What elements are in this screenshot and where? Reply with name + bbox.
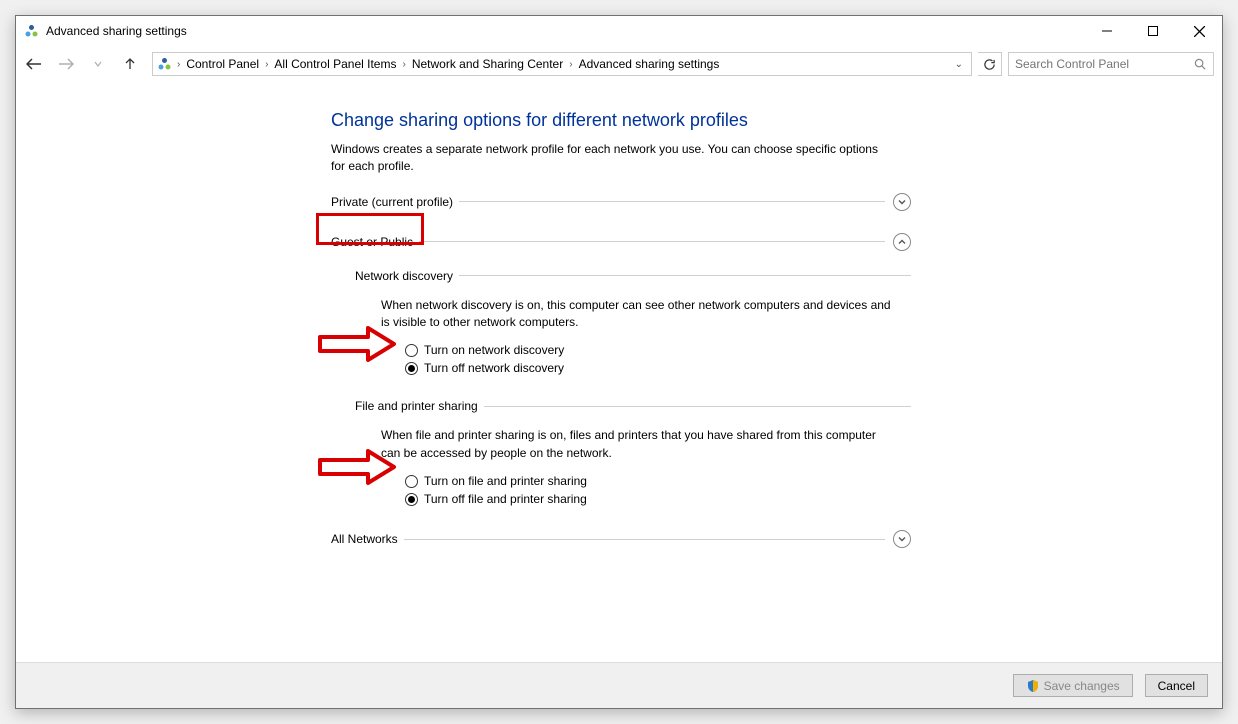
divider (459, 201, 885, 202)
section-private[interactable]: Private (current profile) (331, 193, 911, 211)
window: Advanced sharing settings › Control Pane… (15, 15, 1223, 709)
radio-icon (405, 362, 418, 375)
cancel-button[interactable]: Cancel (1145, 674, 1208, 697)
annotation-highlight-box (316, 213, 424, 245)
section-all-networks[interactable]: All Networks (331, 530, 911, 548)
breadcrumb[interactable]: Control Panel (182, 57, 263, 71)
cpl-network-icon (157, 56, 173, 72)
bottom-bar: Save changes Cancel (16, 662, 1222, 708)
refresh-button[interactable] (978, 52, 1002, 76)
chevron-down-icon[interactable] (893, 530, 911, 548)
radio-icon (405, 475, 418, 488)
button-label: Save changes (1044, 679, 1120, 693)
recent-dropdown[interactable] (88, 54, 108, 74)
page-description: Windows creates a separate network profi… (331, 141, 891, 175)
chevron-down-icon[interactable] (893, 193, 911, 211)
up-button[interactable] (120, 54, 140, 74)
cpl-network-icon (24, 23, 40, 39)
titlebar: Advanced sharing settings (16, 16, 1222, 46)
chevron-right-icon[interactable]: › (263, 59, 270, 70)
chevron-right-icon[interactable]: › (567, 59, 574, 70)
radio-turn-off-network-discovery[interactable]: Turn off network discovery (405, 359, 911, 377)
forward-button[interactable] (56, 54, 76, 74)
address-bar[interactable]: › Control Panel › All Control Panel Item… (152, 52, 972, 76)
subsection-description: When file and printer sharing is on, fil… (381, 427, 891, 462)
radio-label: Turn on network discovery (424, 341, 564, 359)
address-dropdown[interactable]: ⌄ (951, 59, 967, 70)
content-area: Change sharing options for different net… (16, 82, 1222, 662)
radio-turn-off-file-printer-sharing[interactable]: Turn off file and printer sharing (405, 490, 911, 508)
radio-icon (405, 493, 418, 506)
radio-label: Turn off file and printer sharing (424, 490, 587, 508)
subsection-network-discovery: Network discovery (355, 269, 911, 283)
page-title: Change sharing options for different net… (331, 110, 931, 131)
search-input[interactable] (1015, 57, 1194, 71)
radio-turn-on-network-discovery[interactable]: Turn on network discovery (405, 341, 911, 359)
window-controls (1084, 16, 1222, 46)
save-changes-button[interactable]: Save changes (1013, 674, 1133, 697)
breadcrumb[interactable]: Advanced sharing settings (575, 57, 724, 71)
divider (419, 241, 885, 242)
annotation-arrow-icon (316, 325, 398, 363)
radio-turn-on-file-printer-sharing[interactable]: Turn on file and printer sharing (405, 472, 911, 490)
chevron-right-icon[interactable]: › (175, 59, 182, 70)
minimize-button[interactable] (1084, 16, 1130, 46)
breadcrumb[interactable]: Network and Sharing Center (408, 57, 567, 71)
shield-icon (1026, 679, 1040, 693)
search-box[interactable] (1008, 52, 1214, 76)
divider (484, 406, 911, 407)
radio-icon (405, 344, 418, 357)
back-button[interactable] (24, 54, 44, 74)
chevron-right-icon[interactable]: › (400, 59, 407, 70)
subsection-heading: Network discovery (355, 269, 459, 283)
chevron-up-icon[interactable] (893, 233, 911, 251)
divider (404, 539, 885, 540)
breadcrumb[interactable]: All Control Panel Items (270, 57, 400, 71)
annotation-arrow-icon (316, 448, 398, 486)
maximize-button[interactable] (1130, 16, 1176, 46)
window-title: Advanced sharing settings (46, 24, 187, 38)
section-label: All Networks (331, 532, 404, 546)
search-icon (1194, 58, 1207, 71)
radio-label: Turn off network discovery (424, 359, 564, 377)
radio-label: Turn on file and printer sharing (424, 472, 587, 490)
navigation-bar: › Control Panel › All Control Panel Item… (16, 46, 1222, 82)
button-label: Cancel (1158, 679, 1195, 693)
subsection-description: When network discovery is on, this compu… (381, 297, 891, 332)
section-label: Private (current profile) (331, 195, 459, 209)
subsection-file-printer-sharing: File and printer sharing (355, 399, 911, 413)
divider (459, 275, 911, 276)
subsection-heading: File and printer sharing (355, 399, 484, 413)
close-button[interactable] (1176, 16, 1222, 46)
